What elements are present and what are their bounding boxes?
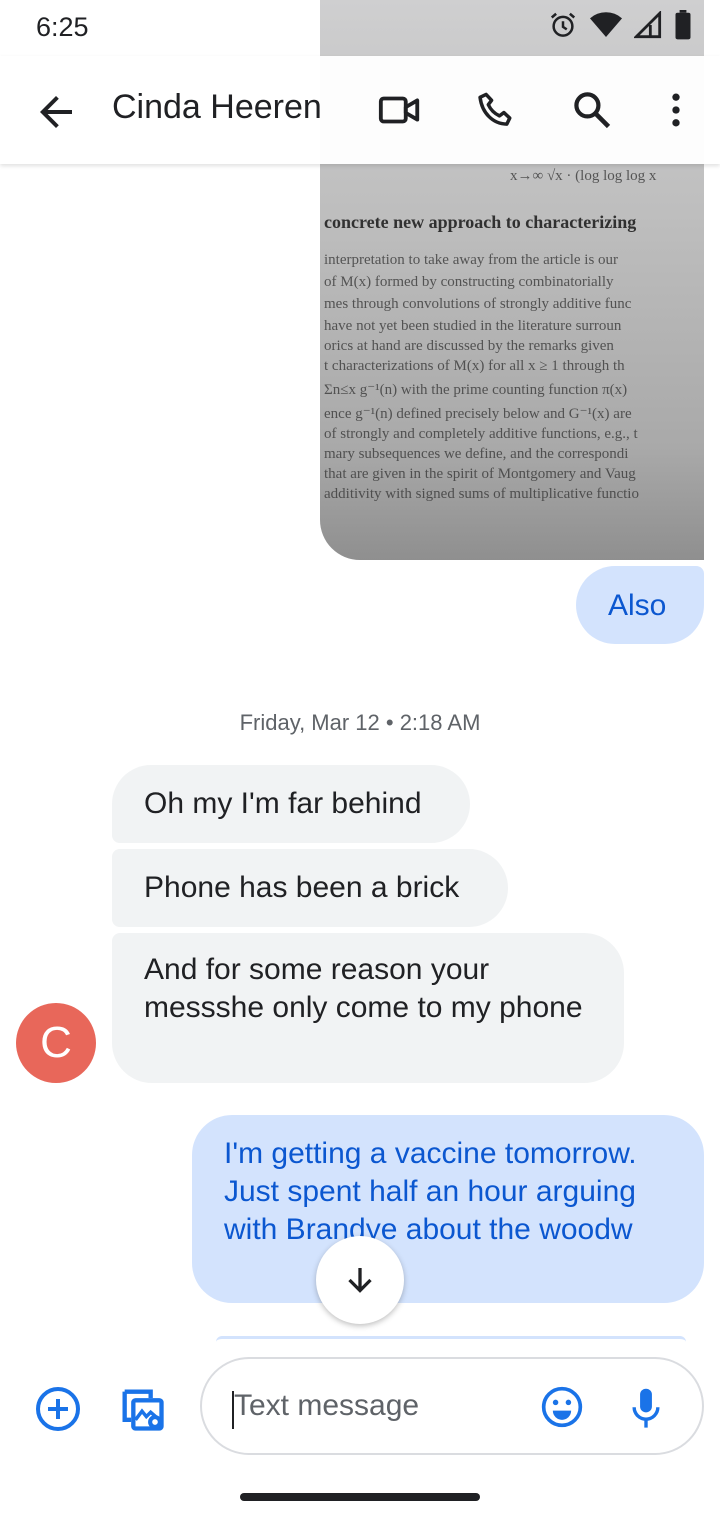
image-text-line: ence g⁻¹(n) defined precisely below and … <box>324 406 632 422</box>
alarm-icon <box>550 12 576 37</box>
emoji-icon <box>541 1386 583 1428</box>
emoji-button[interactable] <box>540 1385 584 1429</box>
image-text-line: of M(x) formed by constructing combinato… <box>324 274 614 290</box>
more-vert-icon <box>672 93 680 127</box>
back-button[interactable] <box>32 88 80 136</box>
wifi-icon <box>590 12 622 37</box>
compose-bar: Text message <box>0 1345 720 1465</box>
image-text-line: of strongly and completely additive func… <box>324 426 638 442</box>
status-bar: 6:25 <box>0 0 720 56</box>
video-call-button[interactable] <box>376 86 424 134</box>
message-placeholder: Text message <box>234 1389 420 1422</box>
gallery-icon <box>122 1389 164 1431</box>
conversation-title[interactable]: Cinda Heeren <box>112 88 322 127</box>
image-text-line: orics at hand are discussed by the remar… <box>324 338 614 354</box>
incoming-message[interactable]: And for some reason your messshe only co… <box>112 933 624 1083</box>
phone-call-button[interactable] <box>472 86 520 134</box>
outgoing-message[interactable]: I'm getting a vaccine tomorrow. Just spe… <box>192 1115 704 1303</box>
image-text-line: mary subsequences we define, and the cor… <box>324 446 629 462</box>
image-text-line: additivity with signed sums of multiplic… <box>324 486 639 502</box>
search-icon <box>574 92 611 129</box>
image-text-line: that are given in the spirit of Montgome… <box>324 466 636 482</box>
battery-icon <box>675 10 691 40</box>
image-text-line: have not yet been studied in the literat… <box>324 318 622 334</box>
more-options-button[interactable] <box>652 86 700 134</box>
back-arrow-icon <box>40 96 72 128</box>
video-call-icon <box>378 96 420 124</box>
image-heading: concrete new approach to characterizing <box>324 212 637 232</box>
app-bar: Cinda Heeren <box>0 56 720 164</box>
voice-input-button[interactable] <box>628 1387 664 1431</box>
avatar-letter: C <box>40 1018 72 1067</box>
partial-outgoing-message <box>216 1336 686 1342</box>
image-text-fragment: x→∞ √x · (log log log x <box>510 168 657 184</box>
status-icons <box>548 10 692 40</box>
date-separator: Friday, Mar 12 • 2:18 AM <box>239 710 481 735</box>
incoming-message[interactable]: Phone has been a brick <box>112 849 508 927</box>
status-time: 6:25 <box>36 12 89 42</box>
signal-icon <box>634 11 662 39</box>
phone-icon <box>478 92 512 126</box>
mic-icon <box>632 1388 660 1428</box>
incoming-message[interactable]: Oh my I'm far behind <box>112 765 470 843</box>
image-text-line: Σn≤x g⁻¹(n) with the prime counting func… <box>324 382 628 398</box>
message-input[interactable]: Text message <box>200 1357 704 1455</box>
scroll-to-bottom-button[interactable] <box>316 1236 404 1324</box>
avatar[interactable]: C <box>16 1003 96 1083</box>
home-indicator[interactable] <box>240 1493 480 1501</box>
arrow-down-icon <box>348 1268 372 1293</box>
add-attachment-button[interactable] <box>34 1385 82 1433</box>
add-icon <box>36 1387 80 1431</box>
outgoing-message[interactable]: Also <box>576 566 704 644</box>
search-button[interactable] <box>568 86 616 134</box>
image-text-line: t characterizations of M(x) for all x ≥ … <box>324 358 625 374</box>
image-text-line: interpretation to take away from the art… <box>324 252 619 268</box>
image-text-line: mes through convolutions of strongly add… <box>324 296 632 312</box>
gallery-button[interactable] <box>116 1383 168 1435</box>
